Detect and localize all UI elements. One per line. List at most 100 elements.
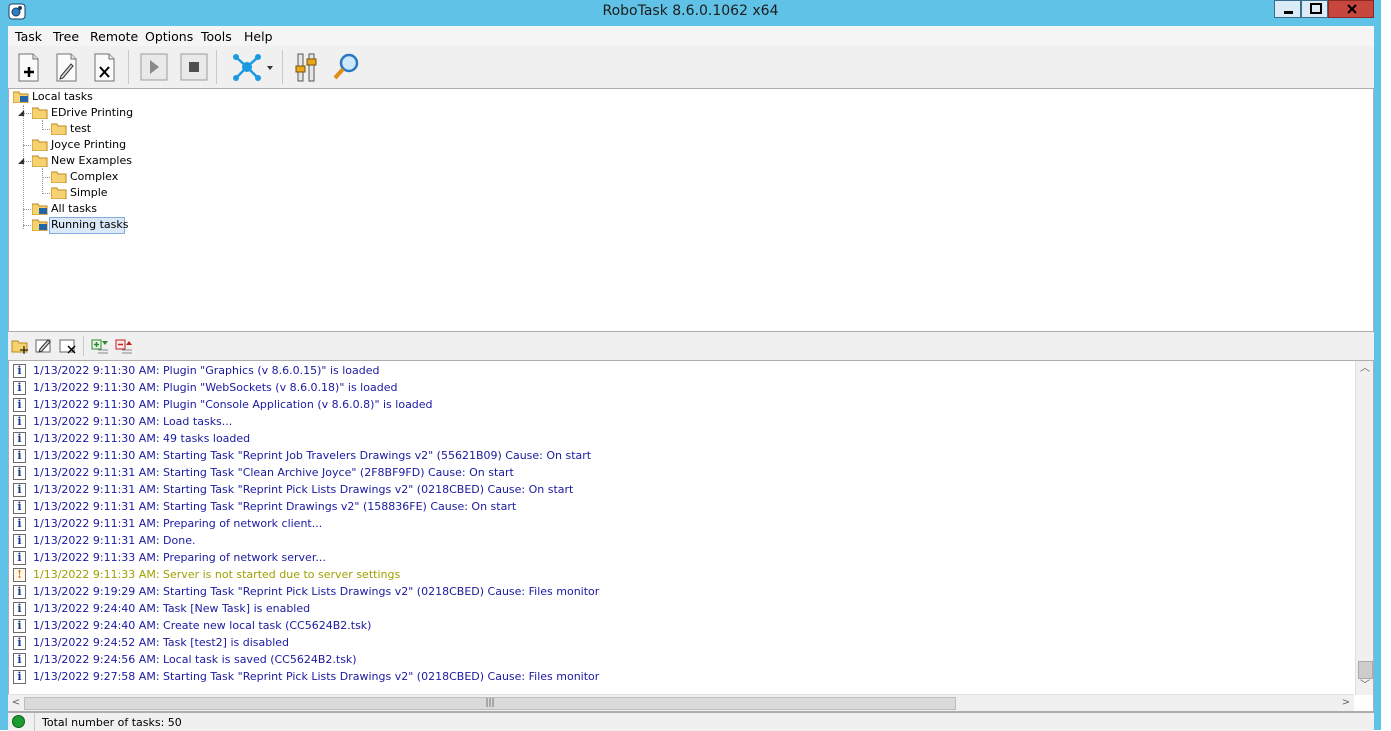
tree-connector xyxy=(23,161,31,162)
tree-label: Running tasks xyxy=(51,218,129,231)
edit-group-button[interactable] xyxy=(34,336,54,356)
tree-connector xyxy=(23,209,31,210)
add-folder-icon xyxy=(11,340,28,354)
tools-icon xyxy=(295,53,317,82)
toolbar-separator xyxy=(128,50,129,84)
scroll-up-icon[interactable]: ︿ xyxy=(1356,361,1373,377)
log-panel[interactable]: i 1/13/2022 9:11:30 AM: Plugin "Graphics … xyxy=(8,360,1374,712)
log-message: 1/13/2022 9:11:30 AM: Load tasks... xyxy=(33,415,233,428)
collapse-all-button[interactable] xyxy=(114,336,134,356)
maximize-button[interactable] xyxy=(1301,0,1328,18)
info-icon: i xyxy=(13,517,26,531)
collapse-toggle-icon[interactable]: ◢ xyxy=(18,156,24,165)
info-icon: i xyxy=(13,602,26,616)
log-message: 1/13/2022 9:11:33 AM: Preparing of netwo… xyxy=(33,551,326,564)
menu-tools[interactable]: Tools xyxy=(201,29,232,44)
play-icon xyxy=(140,53,168,81)
run-task-button[interactable] xyxy=(137,50,171,84)
log-message: 1/13/2022 9:27:58 AM: Starting Task "Rep… xyxy=(33,670,600,683)
network-button[interactable] xyxy=(228,50,278,84)
info-icon: i xyxy=(13,398,26,412)
menu-help[interactable]: Help xyxy=(244,29,273,44)
log-message: 1/13/2022 9:19:29 AM: Starting Task "Rep… xyxy=(33,585,600,598)
main-client-area: Task Tree Remote Options Tools Help Loca… xyxy=(8,26,1374,731)
new-document-icon xyxy=(18,53,39,82)
folder-icon xyxy=(51,171,67,183)
tree-connector xyxy=(23,145,31,146)
close-icon xyxy=(1347,4,1357,14)
scroll-thumb[interactable] xyxy=(1358,661,1373,679)
delete-task-button[interactable] xyxy=(87,50,121,84)
expand-all-button[interactable] xyxy=(90,336,110,356)
info-icon: i xyxy=(13,619,26,633)
close-button[interactable] xyxy=(1328,0,1374,18)
network-icon xyxy=(233,54,273,81)
log-message: 1/13/2022 9:24:56 AM: Local task is save… xyxy=(33,653,357,666)
scroll-right-icon[interactable]: > xyxy=(1338,695,1354,711)
tree-connector xyxy=(42,193,50,194)
info-icon: i xyxy=(13,364,26,378)
log-message: 1/13/2022 9:11:31 AM: Starting Task "Cle… xyxy=(33,466,514,479)
info-icon: i xyxy=(13,466,26,480)
log-message: 1/13/2022 9:11:30 AM: Plugin "Graphics (… xyxy=(33,364,380,377)
scroll-down-icon[interactable]: ﹀ xyxy=(1356,678,1373,694)
status-bar: Total number of tasks: 50 xyxy=(8,712,1374,731)
folder-icon xyxy=(32,155,48,167)
expand-all-icon xyxy=(91,339,108,354)
menu-task[interactable]: Task xyxy=(15,29,42,44)
edit-icon xyxy=(35,339,51,353)
tree-label: Complex xyxy=(70,170,119,183)
vertical-scrollbar[interactable]: ︿ ﹀ xyxy=(1355,361,1373,695)
edit-task-button[interactable] xyxy=(49,50,83,84)
main-toolbar xyxy=(8,46,1374,89)
collapse-toggle-icon[interactable]: ◢ xyxy=(18,108,24,117)
maximize-icon xyxy=(1310,3,1322,14)
new-task-button[interactable] xyxy=(11,50,45,84)
log-message: 1/13/2022 9:24:40 AM: Task [New Task] is… xyxy=(33,602,311,615)
menu-options[interactable]: Options xyxy=(145,29,193,44)
tree-label: EDrive Printing xyxy=(51,106,134,119)
tree-connector xyxy=(23,225,31,226)
menu-remote[interactable]: Remote xyxy=(90,29,138,44)
log-message: 1/13/2022 9:24:40 AM: Create new local t… xyxy=(33,619,372,632)
log-message: 1/13/2022 9:11:30 AM: Starting Task "Rep… xyxy=(33,449,592,462)
info-icon: i xyxy=(13,585,26,599)
warning-icon: ! xyxy=(13,568,26,582)
computer-folder-icon xyxy=(32,203,48,215)
folder-icon xyxy=(51,187,67,199)
minimize-button[interactable] xyxy=(1274,0,1301,18)
minimize-icon xyxy=(1284,11,1293,14)
toolbar-separator xyxy=(282,50,283,84)
search-button[interactable] xyxy=(329,50,363,84)
computer-folder-icon xyxy=(13,91,29,103)
status-ok-icon xyxy=(12,715,25,728)
delete-group-button[interactable] xyxy=(58,336,78,356)
menu-tree[interactable]: Tree xyxy=(53,29,79,44)
tree-label: All tasks xyxy=(51,202,98,215)
info-icon: i xyxy=(13,534,26,548)
log-message: 1/13/2022 9:11:31 AM: Starting Task "Rep… xyxy=(33,483,574,496)
add-group-button[interactable] xyxy=(11,336,31,356)
log-message: 1/13/2022 9:24:52 AM: Task [test2] is di… xyxy=(33,636,290,649)
log-message: 1/13/2022 9:11:30 AM: 49 tasks loaded xyxy=(33,432,251,445)
scroll-left-icon[interactable]: < xyxy=(8,695,24,711)
info-icon: i xyxy=(13,636,26,650)
scroll-thumb[interactable]: ||| xyxy=(24,697,956,710)
options-button[interactable] xyxy=(289,50,323,84)
task-tree[interactable]: Local tasks ◢ EDrive Printing test Joyce… xyxy=(8,88,1374,332)
folder-icon xyxy=(32,139,48,151)
log-message: 1/13/2022 9:11:30 AM: Plugin "Console Ap… xyxy=(33,398,433,411)
title-bar[interactable]: RoboTask 8.6.0.1062 x64 xyxy=(0,0,1381,24)
tree-connector xyxy=(42,168,43,194)
folder-icon xyxy=(51,123,67,135)
log-message: 1/13/2022 9:11:33 AM: Server is not star… xyxy=(33,568,401,581)
horizontal-scrollbar[interactable]: < ||| > xyxy=(8,694,1354,711)
info-icon: i xyxy=(13,449,26,463)
log-message: 1/13/2022 9:11:30 AM: Plugin "WebSockets… xyxy=(33,381,398,394)
delete-icon xyxy=(59,339,76,354)
menu-bar: Task Tree Remote Options Tools Help xyxy=(8,26,1374,46)
task-count-text: Total number of tasks: 50 xyxy=(42,716,182,729)
window-title: RoboTask 8.6.0.1062 x64 xyxy=(602,3,779,19)
toolbar-separator xyxy=(216,50,217,84)
stop-task-button[interactable] xyxy=(177,50,211,84)
